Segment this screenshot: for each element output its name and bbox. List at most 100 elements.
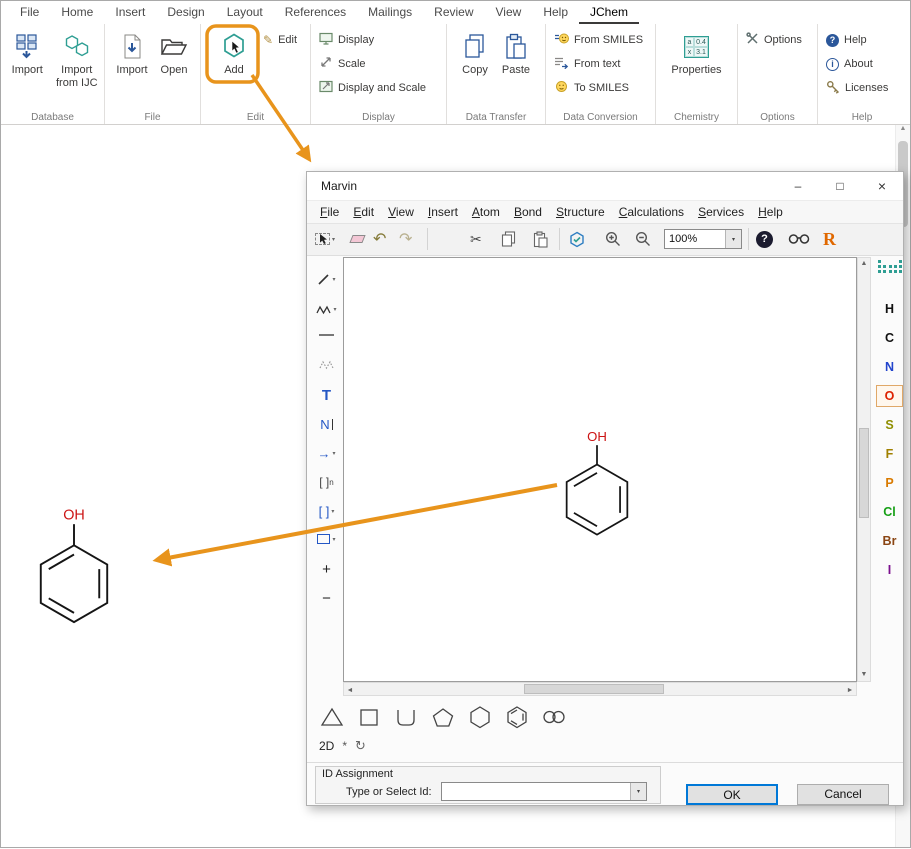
to-smiles-button[interactable]: To SMILES [554, 80, 643, 96]
marvin-help-button[interactable]: ? [756, 229, 773, 249]
element-c[interactable]: C [876, 327, 903, 349]
element-i[interactable]: I [876, 559, 903, 581]
canvas-horizontal-scrollbar[interactable]: ◄ ► [343, 682, 857, 696]
scrollbar-thumb[interactable] [524, 684, 664, 694]
template-fused-rings[interactable] [541, 704, 567, 730]
close-button[interactable]: × [861, 172, 903, 200]
combobox-arrow-icon[interactable]: ▾ [725, 230, 741, 248]
tab-view[interactable]: View [485, 1, 533, 24]
scale-button[interactable]: Scale [319, 56, 426, 72]
r-group-tool[interactable]: R [823, 229, 836, 249]
tab-mailings[interactable]: Mailings [357, 1, 423, 24]
from-smiles-button[interactable]: From SMILES [554, 32, 643, 48]
edit-button[interactable]: ✎ Edit [263, 32, 297, 48]
import-from-ijc-button[interactable]: Import from IJC [52, 26, 102, 108]
polyline-tool[interactable] [313, 355, 340, 373]
eraser-tool[interactable] [351, 229, 364, 249]
menu-edit[interactable]: Edit [346, 203, 381, 221]
tab-home[interactable]: Home [50, 1, 104, 24]
from-text-button[interactable]: From text [554, 56, 643, 72]
selection-tool[interactable]: ▾ [315, 229, 335, 249]
bond-tool[interactable]: ▾ [313, 270, 340, 288]
scrollbar-thumb[interactable] [859, 428, 869, 518]
check-structure-button[interactable] [569, 229, 585, 249]
canvas-vertical-scrollbar[interactable]: ▲ ▼ [857, 257, 871, 682]
element-f[interactable]: F [876, 443, 903, 465]
chain-tool[interactable]: ▾ [313, 300, 340, 318]
copy-button[interactable]: Copy [455, 26, 495, 108]
element-s[interactable]: S [876, 414, 903, 436]
view-glasses-button[interactable] [788, 229, 810, 249]
copy-tool-button[interactable] [501, 229, 516, 249]
tab-references[interactable]: References [274, 1, 357, 24]
menu-services[interactable]: Services [691, 203, 751, 221]
element-h[interactable]: H [876, 298, 903, 320]
atom-label-tool[interactable]: N [313, 415, 340, 433]
id-select-combobox[interactable]: ▾ [441, 782, 647, 801]
template-benzene[interactable] [504, 704, 530, 730]
properties-button[interactable]: a0.4 x3.1 Properties [667, 26, 727, 108]
display-and-scale-button[interactable]: Display and Scale [319, 80, 426, 96]
import-file-button[interactable]: Import [111, 26, 153, 108]
template-cyclopentane-open[interactable] [393, 704, 419, 730]
template-cyclopropane[interactable] [319, 704, 345, 730]
element-br[interactable]: Br [876, 530, 903, 552]
reaction-arrow-tool[interactable]: →▾ [313, 444, 340, 462]
zoom-in-button[interactable] [605, 229, 621, 249]
menu-calculations[interactable]: Calculations [612, 203, 691, 221]
periodic-table-button[interactable] [878, 260, 902, 276]
marvin-title-bar[interactable]: Marvin – □ × [307, 172, 903, 201]
zoom-level-combobox[interactable]: 100% ▾ [664, 229, 742, 249]
display-button[interactable]: Display [319, 32, 426, 48]
open-button[interactable]: Open [153, 26, 195, 108]
element-p[interactable]: P [876, 472, 903, 494]
menu-atom[interactable]: Atom [465, 203, 507, 221]
template-cyclohexane[interactable] [467, 704, 493, 730]
scroll-right-icon[interactable]: ► [844, 685, 856, 697]
element-n[interactable]: N [876, 356, 903, 378]
help-button[interactable]: ? Help [826, 32, 888, 48]
scroll-up-icon[interactable]: ▲ [858, 258, 870, 270]
bracket-tool[interactable]: [ ]▾ [313, 502, 340, 520]
tab-help[interactable]: Help [532, 1, 579, 24]
cut-button[interactable]: ✂ [470, 229, 482, 249]
tab-design[interactable]: Design [156, 1, 215, 24]
tab-insert[interactable]: Insert [104, 1, 156, 24]
scroll-up-icon[interactable]: ▲ [900, 125, 907, 132]
paste-button[interactable]: Paste [495, 26, 537, 108]
add-button[interactable]: Add [211, 26, 257, 108]
menu-bond[interactable]: Bond [507, 203, 549, 221]
rectangle-select-tool[interactable]: ▾ [313, 530, 340, 548]
menu-help[interactable]: Help [751, 203, 790, 221]
menu-file[interactable]: File [313, 203, 346, 221]
element-cl[interactable]: Cl [876, 501, 903, 523]
decrease-charge-tool[interactable]: − [313, 589, 340, 607]
tab-file[interactable]: File [9, 1, 50, 24]
scroll-left-icon[interactable]: ◄ [344, 685, 356, 697]
scroll-down-icon[interactable]: ▼ [858, 669, 870, 681]
line-tool[interactable] [313, 326, 340, 344]
dimension-selector[interactable]: 2D [319, 739, 334, 753]
menu-insert[interactable]: Insert [421, 203, 465, 221]
options-button[interactable]: Options [746, 32, 802, 48]
cancel-button[interactable]: Cancel [797, 784, 889, 805]
undo-button[interactable]: ↶ [373, 229, 386, 249]
refresh-pose-icon[interactable]: ↻ [355, 738, 366, 754]
ok-button[interactable]: OK [686, 784, 778, 805]
import-database-button[interactable]: Import [3, 26, 52, 108]
text-tool[interactable]: T [313, 386, 340, 404]
minimize-button[interactable]: – [777, 172, 819, 200]
zoom-out-button[interactable] [635, 229, 651, 249]
template-cyclopentane[interactable] [430, 704, 456, 730]
maximize-button[interactable]: □ [819, 172, 861, 200]
repeating-group-tool[interactable]: [ ]n [313, 473, 340, 491]
increase-charge-tool[interactable]: + [313, 560, 340, 578]
tab-jchem[interactable]: JChem [579, 1, 639, 24]
menu-structure[interactable]: Structure [549, 203, 612, 221]
about-button[interactable]: i About [826, 56, 888, 72]
redo-button[interactable]: ↷ [399, 229, 412, 249]
menu-view[interactable]: View [381, 203, 421, 221]
licenses-button[interactable]: Licenses [826, 80, 888, 96]
template-cyclobutane[interactable] [356, 704, 382, 730]
paste-tool-button[interactable] [533, 229, 548, 249]
